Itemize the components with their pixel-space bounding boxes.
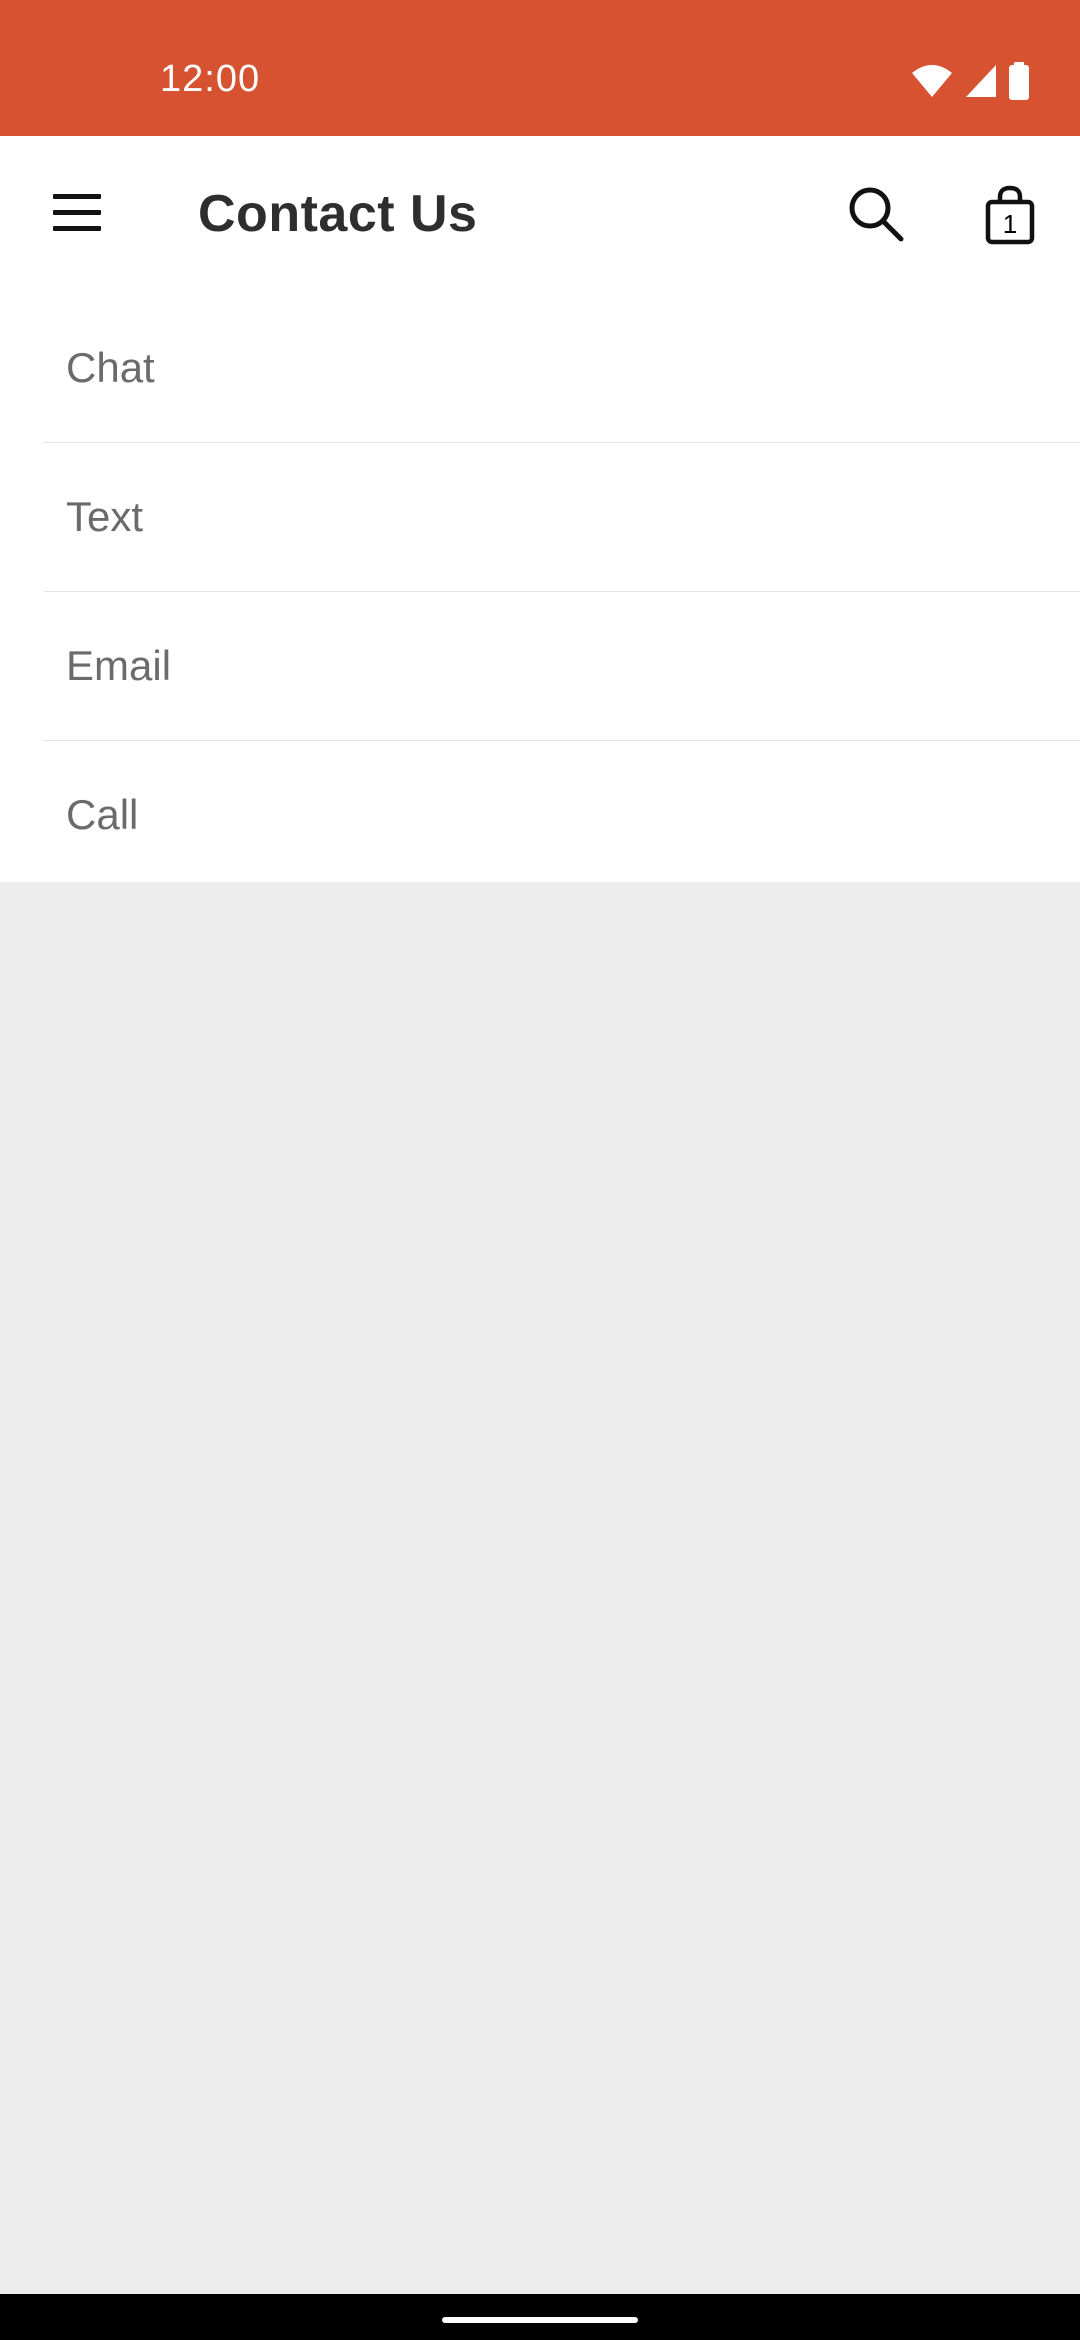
hamburger-menu-icon <box>51 191 103 240</box>
cart-count-badge: 1 <box>1002 209 1018 239</box>
contact-option-call[interactable]: Call <box>0 741 1080 889</box>
contact-option-email[interactable]: Email <box>0 592 1080 740</box>
contact-option-label: Chat <box>66 344 155 391</box>
battery-icon <box>1008 62 1030 105</box>
page-title: Contact Us <box>198 185 478 243</box>
contact-option-chat[interactable]: Chat <box>0 294 1080 442</box>
app-bar: Contact Us 1 <box>0 136 1080 294</box>
wifi-icon <box>910 63 954 104</box>
search-button[interactable] <box>836 176 916 256</box>
contact-option-text[interactable]: Text <box>0 443 1080 591</box>
contact-options-list: Chat Text Email Call <box>0 294 1080 882</box>
contact-option-label: Email <box>66 642 172 689</box>
menu-button[interactable] <box>34 180 120 250</box>
contact-option-label: Call <box>66 791 139 838</box>
contact-option-label: Text <box>66 493 144 540</box>
home-indicator[interactable] <box>442 2317 638 2323</box>
status-time: 12:00 <box>160 58 261 100</box>
status-bar: 12:00 <box>0 0 1080 136</box>
system-navigation-bar <box>0 2294 1080 2340</box>
status-icons <box>910 62 1030 105</box>
shopping-bag-icon: 1 <box>984 185 1036 245</box>
search-icon <box>846 184 906 249</box>
cell-signal-icon <box>964 63 998 104</box>
cart-button[interactable]: 1 <box>970 172 1050 258</box>
